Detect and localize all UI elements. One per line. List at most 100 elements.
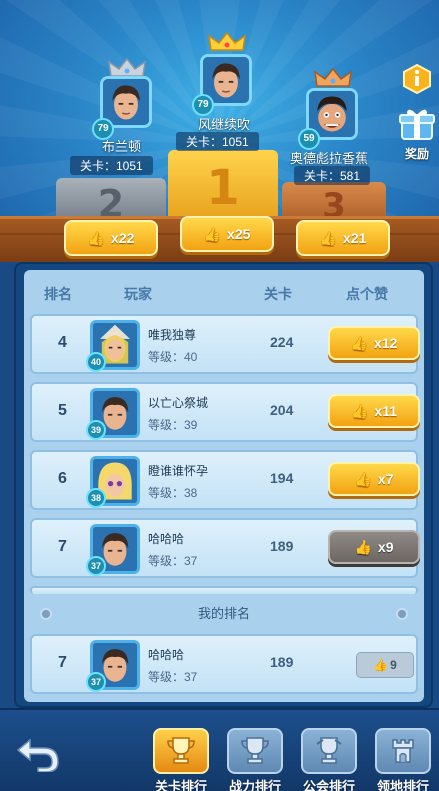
- tab-label: 关卡排行: [154, 779, 207, 791]
- player-name: 风继续吹: [198, 117, 251, 132]
- like-count: x12: [374, 335, 398, 351]
- level-badge: 37: [86, 556, 106, 576]
- player-level: 等级：40: [148, 350, 198, 364]
- gold-crown-icon: [208, 32, 246, 51]
- divider-dot-right: [396, 608, 408, 620]
- header-rank: 排名: [44, 286, 72, 302]
- player-level: 等级：38: [148, 486, 198, 500]
- tab-label: 领地排行: [376, 779, 429, 791]
- level-badge: 38: [86, 488, 106, 508]
- stage-value: 189: [270, 654, 294, 670]
- tab-label: 战力排行: [228, 779, 281, 791]
- thumbs-up-icon: 👍: [373, 658, 389, 672]
- player-name: 唯我独尊: [148, 328, 197, 342]
- tab-guild-ranking[interactable]: 公会排行: [298, 718, 360, 791]
- header-stage: 关卡: [264, 286, 292, 302]
- level-badge: 79: [192, 94, 214, 116]
- stage-value: 194: [270, 470, 294, 486]
- my-rank-row[interactable]: 7 37 哈哈哈 等级：37 189 👍 9: [30, 634, 418, 694]
- trophy-fist-icon: [241, 737, 269, 764]
- like-button-third[interactable]: 👍 x21: [296, 220, 390, 256]
- tab-territory-ranking[interactable]: 领地排行: [372, 718, 434, 791]
- podium-stage: 2 1 3 79 布兰顿 关卡：1051 79 风继续吹 关卡：1051 59 …: [0, 0, 439, 262]
- like-button[interactable]: 👍 x12: [328, 326, 420, 360]
- table-row[interactable]: 6 38 瞪谁谁怀孕 等级：38 194 👍 x7: [30, 450, 420, 510]
- table-row[interactable]: 5 39 以亡心祭城 等级：39 204 👍 x11: [30, 382, 420, 442]
- divider-dot-left: [40, 608, 52, 620]
- level-badge: 37: [86, 672, 106, 692]
- stage-value: 204: [270, 402, 294, 418]
- row-rank: 6: [58, 470, 67, 487]
- level-badge: 39: [86, 420, 106, 440]
- like-button-disabled[interactable]: 👍 x9: [328, 530, 420, 564]
- player-stage: 关卡：1051: [70, 156, 153, 175]
- guild-trophy-icon: [316, 737, 342, 764]
- gift-icon: [399, 109, 435, 140]
- trophy-icon: [167, 737, 195, 764]
- like-count: x22: [111, 230, 135, 246]
- thumbs-up-icon: 👍: [87, 229, 106, 246]
- table-row[interactable]: 4 40 唯我独尊 等级：40 224 👍 x12: [30, 314, 420, 374]
- level-badge: 59: [298, 128, 320, 150]
- player-level: 等级：37: [148, 554, 198, 568]
- my-likes-display: 👍 9: [356, 652, 414, 678]
- third-place-player[interactable]: 59 奥德彪拉香蕉 关卡：581: [290, 68, 371, 188]
- my-rank-divider: 我的排名: [30, 600, 418, 628]
- info-icon: [403, 63, 431, 95]
- like-count: x21: [343, 230, 367, 246]
- player-name: 布兰顿: [102, 139, 142, 154]
- like-count: x25: [227, 226, 251, 242]
- row-rank: 5: [58, 402, 67, 419]
- stage-value: 189: [270, 538, 294, 554]
- player-level: 等级：37: [148, 670, 198, 684]
- bottom-nav: 关卡排行 战力排行 公会排行 领地排行: [0, 708, 439, 791]
- row-rank: 7: [58, 654, 67, 671]
- tab-label: 公会排行: [302, 779, 355, 791]
- castle-tower-icon: [392, 739, 414, 763]
- row-rank: 4: [58, 334, 67, 351]
- level-badge: 40: [86, 352, 106, 372]
- thumbs-up-icon: 👍: [319, 229, 338, 246]
- table-row[interactable]: 7 37 哈哈哈 等级：37 189 👍 x9: [30, 518, 420, 578]
- silver-crown-icon: [108, 58, 146, 77]
- ranking-list[interactable]: 排名 玩家 关卡 点个赞 4 40 唯我独尊 等级：40 224 👍 x12 5: [24, 270, 424, 702]
- header-player: 玩家: [124, 286, 152, 302]
- table-header: 排名 玩家 关卡 点个赞: [24, 270, 424, 314]
- player-stage: 关卡：1051: [176, 132, 259, 151]
- table-row-partial: [30, 586, 418, 594]
- bronze-crown-icon: [314, 68, 352, 87]
- player-name: 哈哈哈: [148, 532, 185, 546]
- header-likes: 点个赞: [346, 286, 388, 302]
- tab-stage-ranking[interactable]: 关卡排行: [150, 718, 212, 791]
- player-name: 以亡心祭城: [148, 396, 209, 410]
- thumbs-up-icon: 👍: [354, 470, 372, 487]
- like-count: 9: [390, 658, 397, 672]
- thumbs-up-icon: 👍: [203, 225, 222, 242]
- ranking-panel: 排名 玩家 关卡 点个赞 4 40 唯我独尊 等级：40 224 👍 x12 5: [14, 262, 433, 708]
- row-rank: 7: [58, 538, 67, 555]
- thumbs-up-icon: 👍: [350, 402, 369, 419]
- reward-button[interactable]: 奖励: [396, 106, 438, 161]
- player-name: 瞪谁谁怀孕: [148, 464, 209, 478]
- second-place-player[interactable]: 79 布兰顿 关卡：1051: [70, 58, 162, 178]
- player-level: 等级：39: [148, 418, 198, 432]
- podium-number-1: 1: [206, 160, 240, 216]
- first-place-player[interactable]: 79 风继续吹 关卡：1051: [176, 32, 262, 152]
- thumbs-up-icon: 👍: [354, 538, 372, 555]
- reward-label: 奖励: [404, 147, 429, 161]
- like-button-first[interactable]: 👍 x25: [180, 216, 274, 252]
- like-button[interactable]: 👍 x7: [328, 462, 420, 496]
- my-rank-title: 我的排名: [197, 606, 250, 621]
- like-count: x7: [377, 471, 394, 487]
- player-name: 奥德彪拉香蕉: [290, 151, 369, 166]
- player-name: 哈哈哈: [148, 648, 185, 662]
- like-count: x9: [377, 539, 394, 555]
- stage-value: 224: [270, 334, 294, 350]
- info-button[interactable]: [402, 63, 432, 95]
- thumbs-up-icon: 👍: [350, 334, 369, 351]
- like-button[interactable]: 👍 x11: [328, 394, 420, 428]
- player-stage: 关卡：581: [294, 166, 371, 185]
- like-button-second[interactable]: 👍 x22: [64, 220, 158, 256]
- tab-power-ranking[interactable]: 战力排行: [224, 718, 286, 791]
- back-arrow-icon[interactable]: [16, 736, 60, 772]
